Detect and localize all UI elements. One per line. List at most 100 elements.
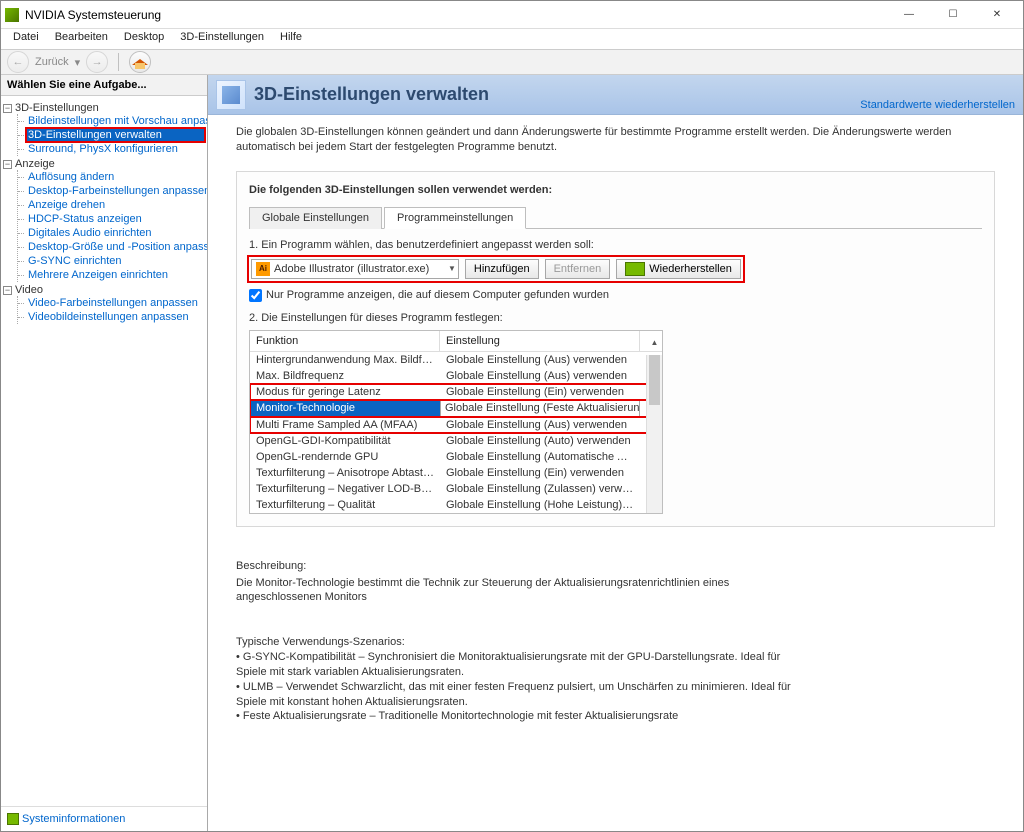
tab-global-settings[interactable]: Globale Einstellungen <box>249 207 382 229</box>
settings-table-body: Hintergrundanwendung Max. BildfrequenzGl… <box>250 352 662 513</box>
add-button[interactable]: Hinzufügen <box>465 259 539 279</box>
table-row[interactable]: Modus für geringe LatenzGlobale Einstell… <box>250 384 662 400</box>
cell-setting[interactable]: Globale Einstellung (Aus) verwenden <box>440 368 640 384</box>
table-row[interactable]: Multi Frame Sampled AA (MFAA)Globale Ein… <box>250 417 662 433</box>
system-info-link[interactable]: Systeminformationen <box>22 813 125 825</box>
scroll-up-icon[interactable]: ▲ <box>647 331 662 355</box>
only-local-row: Nur Programme anzeigen, die auf diesem C… <box>249 289 982 302</box>
tree-link-surround-physx[interactable]: Surround, PhysX konfigurieren <box>26 142 205 156</box>
nav-back-button[interactable]: ← <box>7 51 29 73</box>
app-window: NVIDIA Systemsteuerung ― ☐ ✕ Datei Bearb… <box>0 0 1024 832</box>
table-row[interactable]: Texturfilterung – Negativer LOD-BiasGlob… <box>250 481 662 497</box>
tree-link-desktop-color[interactable]: Desktop-Farbeinstellungen anpassen <box>26 184 205 198</box>
menu-bearbeiten[interactable]: Bearbeiten <box>47 29 116 49</box>
cell-setting[interactable]: Globale Einstellung (Ein) verwenden <box>440 465 640 481</box>
only-local-label: Nur Programme anzeigen, die auf diesem C… <box>266 289 609 301</box>
step2-label: 2. Die Einstellungen für dieses Programm… <box>249 312 982 324</box>
body: Wählen Sie eine Aufgabe... −3D-Einstellu… <box>1 75 1023 831</box>
cell-setting[interactable]: Globale Einstellung (Automatische Auswah… <box>440 449 640 465</box>
main-pane: 3D-Einstellungen verwalten Standardwerte… <box>208 75 1023 831</box>
tree-group-3d: −3D-Einstellungen Bildeinstellungen mit … <box>3 102 205 156</box>
tree-link-preview[interactable]: Bildeinstellungen mit Vorschau anpassen <box>26 114 205 128</box>
scrollbar-thumb[interactable] <box>649 355 660 405</box>
cell-setting[interactable]: Globale Einstellung (Aus) verwenden <box>440 417 640 433</box>
tree-link-manage-3d[interactable]: 3D-Einstellungen verwalten <box>26 128 205 142</box>
nav-forward-button[interactable]: → <box>86 51 108 73</box>
nvidia-badge-icon <box>625 262 645 276</box>
maximize-button[interactable]: ☐ <box>931 1 975 29</box>
tree-toggle[interactable]: − <box>3 286 12 295</box>
page-header: 3D-Einstellungen verwalten Standardwerte… <box>208 75 1023 115</box>
page-title: 3D-Einstellungen verwalten <box>254 84 860 105</box>
scenarios-block: Typische Verwendungs-Szenarios: G-SYNC-K… <box>236 635 796 724</box>
home-icon <box>132 54 148 70</box>
table-row[interactable]: Texturfilterung – QualitätGlobale Einste… <box>250 497 662 513</box>
table-row[interactable]: OpenGL-rendernde GPUGlobale Einstellung … <box>250 449 662 465</box>
cell-setting[interactable]: Globale Einstellung (Auto) verwenden <box>440 433 640 449</box>
cell-setting[interactable]: Globale Einstellung (Aus) verwenden <box>440 352 640 368</box>
tree-link-video-color[interactable]: Video-Farbeinstellungen anpassen <box>26 296 205 310</box>
tab-program-settings[interactable]: Programmeinstellungen <box>384 207 526 229</box>
navbar: ← Zurück ▾ → <box>1 49 1023 75</box>
cell-setting[interactable]: Globale Einstellung (Feste Aktualisierun… <box>440 400 640 417</box>
tree-link-gsync[interactable]: G-SYNC einrichten <box>26 254 205 268</box>
cell-setting[interactable]: Globale Einstellung (Ein) verwenden <box>440 384 640 400</box>
menu-desktop[interactable]: Desktop <box>116 29 172 49</box>
list-item: ULMB – Verwendet Schwarzlicht, das mit e… <box>236 680 796 710</box>
cell-function: OpenGL-rendernde GPU <box>250 449 440 465</box>
step1-label: 1. Ein Programm wählen, das benutzerdefi… <box>249 239 982 251</box>
separator <box>118 53 119 71</box>
chevron-down-icon[interactable]: ▾ <box>75 56 81 69</box>
tree-link-desktop-size[interactable]: Desktop-Größe und -Position anpassen <box>26 240 205 254</box>
tree-link-resolution[interactable]: Auflösung ändern <box>26 170 205 184</box>
tree-group-anzeige: −Anzeige Auflösung ändern Desktop-Farbei… <box>3 158 205 282</box>
nav-home-button[interactable] <box>129 51 151 73</box>
cell-function: Max. Bildfrequenz <box>250 368 440 384</box>
tree-link-hdcp[interactable]: HDCP-Status anzeigen <box>26 212 205 226</box>
sidebar-footer: Systeminformationen <box>1 806 207 831</box>
list-item: G-SYNC-Kompatibilität – Synchronisiert d… <box>236 650 796 680</box>
cell-function: Texturfilterung – Negativer LOD-Bias <box>250 481 440 497</box>
scenarios-heading: Typische Verwendungs-Szenarios: <box>236 635 796 650</box>
cell-function: Texturfilterung – Anisotrope Abtastoptim… <box>250 465 440 481</box>
tree-link-video-image[interactable]: Videobildeinstellungen anpassen <box>26 310 205 324</box>
restore-defaults-link[interactable]: Standardwerte wiederherstellen <box>860 99 1015 111</box>
tree-toggle[interactable]: − <box>3 104 12 113</box>
chevron-down-icon: ▼ <box>448 264 456 273</box>
cell-function: Monitor-Technologie <box>250 400 440 417</box>
info-icon <box>7 813 19 825</box>
scrollbar[interactable]: ▲ <box>646 355 662 513</box>
window-title: NVIDIA Systemsteuerung <box>25 8 887 22</box>
col-header-setting[interactable]: Einstellung <box>440 331 640 351</box>
cell-setting[interactable]: Globale Einstellung (Zulassen) verwenden <box>440 481 640 497</box>
cell-function: Modus für geringe Latenz <box>250 384 440 400</box>
panel-title: Die folgenden 3D-Einstellungen sollen ve… <box>249 184 982 196</box>
minimize-button[interactable]: ― <box>887 1 931 29</box>
table-row[interactable]: OpenGL-GDI-KompatibilitätGlobale Einstel… <box>250 433 662 449</box>
nav-back-label: Zurück <box>35 56 69 68</box>
task-tree: −3D-Einstellungen Bildeinstellungen mit … <box>1 96 207 806</box>
table-row[interactable]: Monitor-TechnologieGlobale Einstellung (… <box>250 400 662 417</box>
program-combobox[interactable]: Ai Adobe Illustrator (illustrator.exe) ▼ <box>251 259 459 279</box>
col-header-function[interactable]: Funktion <box>250 331 440 351</box>
restore-button[interactable]: Wiederherstellen <box>616 259 741 279</box>
tree-link-digital-audio[interactable]: Digitales Audio einrichten <box>26 226 205 240</box>
adobe-illustrator-icon: Ai <box>256 262 270 276</box>
table-row[interactable]: Hintergrundanwendung Max. BildfrequenzGl… <box>250 352 662 368</box>
menu-3d[interactable]: 3D-Einstellungen <box>172 29 272 49</box>
tree-toggle[interactable]: − <box>3 160 12 169</box>
tabs: Globale Einstellungen Programmeinstellun… <box>249 206 982 229</box>
remove-button[interactable]: Entfernen <box>545 259 611 279</box>
table-row[interactable]: Texturfilterung – Anisotrope Abtastoptim… <box>250 465 662 481</box>
menubar: Datei Bearbeiten Desktop 3D-Einstellunge… <box>1 29 1023 49</box>
tree-link-multi-display[interactable]: Mehrere Anzeigen einrichten <box>26 268 205 282</box>
arrow-right-icon: → <box>92 56 103 68</box>
tree-link-rotate[interactable]: Anzeige drehen <box>26 198 205 212</box>
settings-table: Funktion Einstellung Hintergrundanwendun… <box>249 330 663 514</box>
table-row[interactable]: Max. BildfrequenzGlobale Einstellung (Au… <box>250 368 662 384</box>
close-button[interactable]: ✕ <box>975 1 1019 29</box>
menu-hilfe[interactable]: Hilfe <box>272 29 310 49</box>
cell-setting[interactable]: Globale Einstellung (Hohe Leistung) verw… <box>440 497 640 513</box>
only-local-checkbox[interactable] <box>249 289 262 302</box>
menu-datei[interactable]: Datei <box>5 29 47 49</box>
